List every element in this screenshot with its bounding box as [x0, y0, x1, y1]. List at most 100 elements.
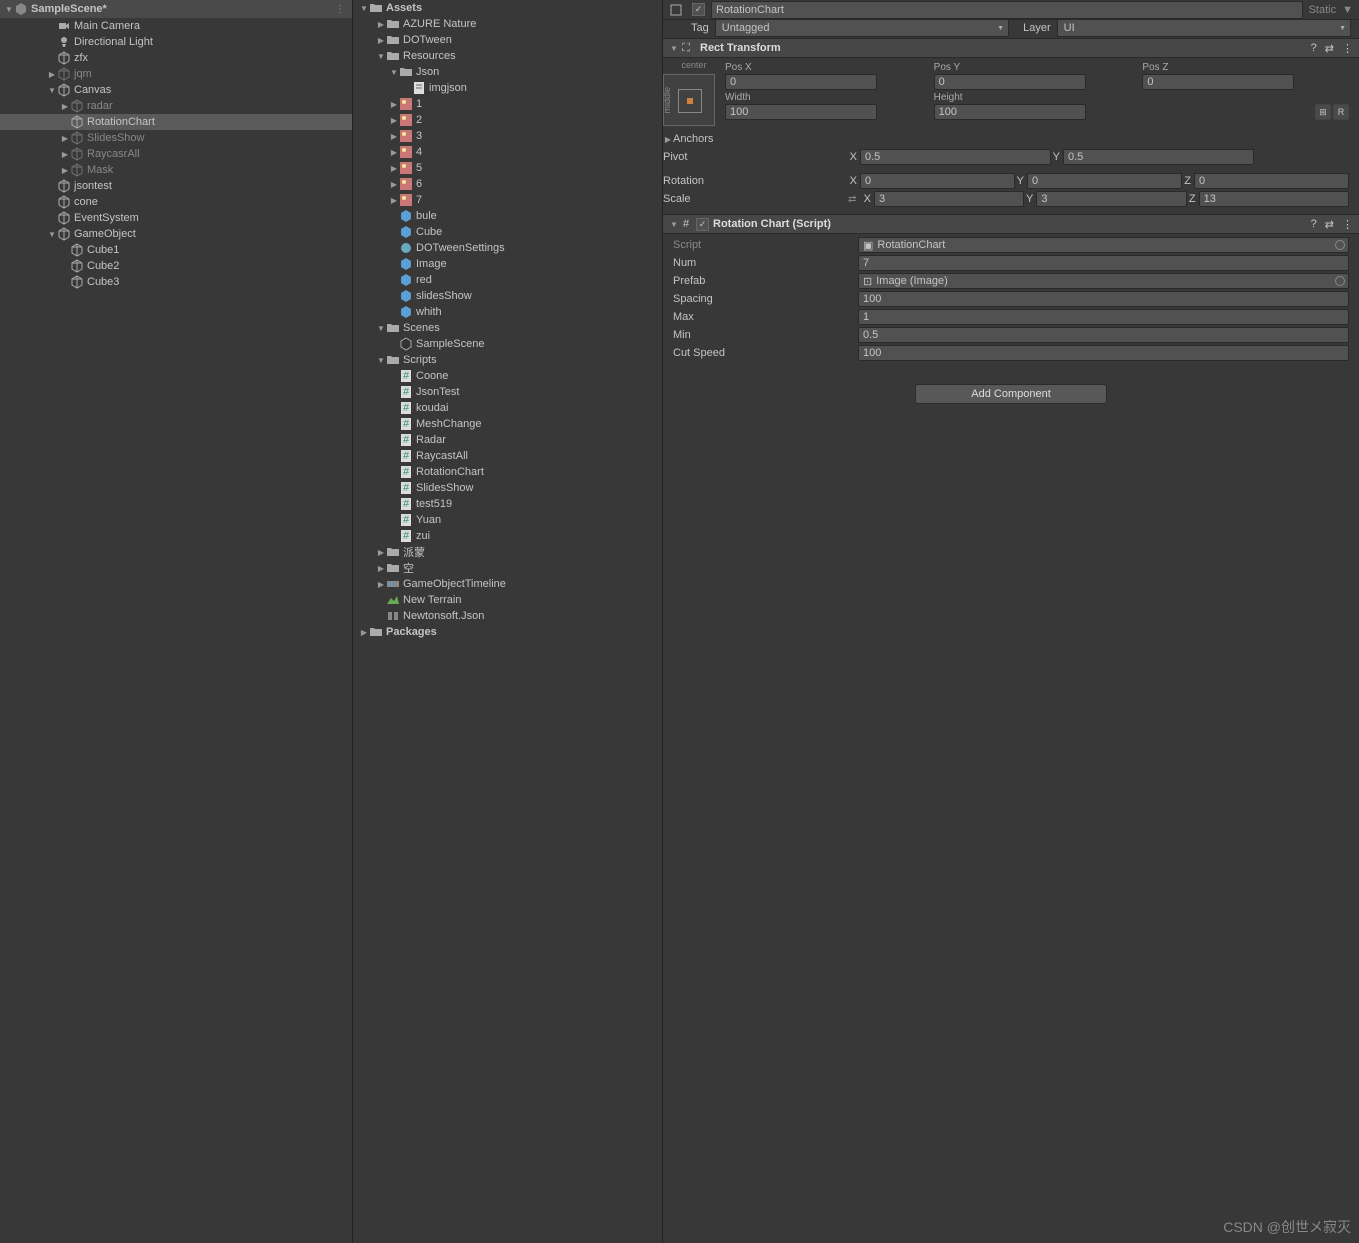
- tag-dropdown[interactable]: Untagged: [715, 19, 1009, 37]
- foldout-icon[interactable]: ▼: [669, 219, 679, 229]
- posz-input[interactable]: [1142, 74, 1294, 90]
- foldout-icon[interactable]: ▶: [389, 147, 399, 157]
- foldout-icon[interactable]: ▼: [376, 323, 386, 333]
- foldout-icon[interactable]: ▶: [60, 165, 70, 175]
- foldout-icon[interactable]: [60, 245, 70, 255]
- tree-item[interactable]: #zui: [353, 528, 662, 544]
- preset-icon[interactable]: ⇄: [1325, 218, 1334, 231]
- tree-item[interactable]: DOTweenSettings: [353, 240, 662, 256]
- foldout-icon[interactable]: ▶: [389, 99, 399, 109]
- scl-x-input[interactable]: [874, 191, 1024, 207]
- rot-x-input[interactable]: [860, 173, 1015, 189]
- tree-item[interactable]: ▶空: [353, 560, 662, 576]
- foldout-icon[interactable]: ▼: [669, 43, 679, 53]
- foldout-icon[interactable]: ▶: [376, 19, 386, 29]
- foldout-icon[interactable]: [389, 515, 399, 525]
- foldout-icon[interactable]: ▼: [359, 3, 369, 13]
- height-input[interactable]: [934, 104, 1086, 120]
- menu-icon[interactable]: ⋮: [1342, 42, 1353, 55]
- width-input[interactable]: [725, 104, 877, 120]
- foldout-icon[interactable]: ▼: [376, 51, 386, 61]
- foldout-icon[interactable]: [376, 595, 386, 605]
- foldout-icon[interactable]: [389, 371, 399, 381]
- foldout-icon[interactable]: ▶: [47, 69, 57, 79]
- foldout-icon[interactable]: ▼: [47, 229, 57, 239]
- foldout-icon[interactable]: ▶: [376, 547, 386, 557]
- tree-item[interactable]: ▶RaycasrAll: [0, 146, 352, 162]
- tree-item[interactable]: Main Camera: [0, 18, 352, 34]
- tree-item[interactable]: Directional Light: [0, 34, 352, 50]
- tree-item[interactable]: Cube: [353, 224, 662, 240]
- foldout-icon[interactable]: ▼: [47, 85, 57, 95]
- cutspeed-input[interactable]: [858, 345, 1349, 361]
- posx-input[interactable]: [725, 74, 877, 90]
- foldout-icon[interactable]: [389, 291, 399, 301]
- tree-item[interactable]: ▼Scenes: [353, 320, 662, 336]
- tree-item[interactable]: ▼Scripts: [353, 352, 662, 368]
- tree-item[interactable]: Cube2: [0, 258, 352, 274]
- foldout-icon[interactable]: ▶: [60, 149, 70, 159]
- link-icon[interactable]: ⇄: [848, 194, 862, 205]
- raw-edit-button[interactable]: R: [1333, 104, 1349, 120]
- foldout-icon[interactable]: [47, 213, 57, 223]
- rot-z-input[interactable]: [1194, 173, 1349, 189]
- tree-item[interactable]: ▶4: [353, 144, 662, 160]
- tree-item[interactable]: ▶派蒙: [353, 544, 662, 560]
- tree-item[interactable]: ▶SlidesShow: [0, 130, 352, 146]
- foldout-icon[interactable]: [47, 181, 57, 191]
- tree-item[interactable]: #Radar: [353, 432, 662, 448]
- tree-item[interactable]: #SlidesShow: [353, 480, 662, 496]
- foldout-icon[interactable]: ▶: [60, 133, 70, 143]
- tree-item[interactable]: jsontest: [0, 178, 352, 194]
- tree-item[interactable]: #RaycastAll: [353, 448, 662, 464]
- foldout-icon[interactable]: [389, 211, 399, 221]
- menu-icon[interactable]: ⋮: [1342, 218, 1353, 231]
- add-component-button[interactable]: Add Component: [915, 384, 1107, 404]
- spacing-input[interactable]: [858, 291, 1349, 307]
- foldout-icon[interactable]: [47, 37, 57, 47]
- tree-item[interactable]: #MeshChange: [353, 416, 662, 432]
- foldout-icon[interactable]: [389, 339, 399, 349]
- tree-item[interactable]: #koudai: [353, 400, 662, 416]
- pivot-x-input[interactable]: [860, 149, 1051, 165]
- foldout-icon[interactable]: ▶: [359, 627, 369, 637]
- tree-item[interactable]: RotationChart: [0, 114, 352, 130]
- foldout-icon[interactable]: ▶: [389, 131, 399, 141]
- help-icon[interactable]: ?: [1311, 218, 1317, 231]
- tree-item[interactable]: #JsonTest: [353, 384, 662, 400]
- foldout-icon[interactable]: [389, 419, 399, 429]
- scl-y-input[interactable]: [1036, 191, 1186, 207]
- name-field[interactable]: RotationChart: [711, 1, 1303, 19]
- component-enabled-checkbox[interactable]: ✓: [696, 218, 709, 231]
- foldout-icon[interactable]: [389, 227, 399, 237]
- foldout-icon[interactable]: [402, 83, 412, 93]
- tree-item[interactable]: ▼GameObject: [0, 226, 352, 242]
- scl-z-input[interactable]: [1199, 191, 1349, 207]
- foldout-icon[interactable]: [389, 307, 399, 317]
- foldout-icon[interactable]: [389, 403, 399, 413]
- tree-item[interactable]: ▶7: [353, 192, 662, 208]
- tree-item[interactable]: ▶jqm: [0, 66, 352, 82]
- tree-item[interactable]: Cube3: [0, 274, 352, 290]
- foldout-icon[interactable]: [376, 611, 386, 621]
- tree-item[interactable]: Newtonsoft.Json: [353, 608, 662, 624]
- posy-input[interactable]: [934, 74, 1086, 90]
- foldout-icon[interactable]: [389, 387, 399, 397]
- prefab-field[interactable]: ⊡Image (Image): [858, 273, 1349, 289]
- min-input[interactable]: [858, 327, 1349, 343]
- tree-item[interactable]: ▶5: [353, 160, 662, 176]
- foldout-icon[interactable]: [389, 499, 399, 509]
- layer-dropdown[interactable]: UI: [1057, 19, 1351, 37]
- tree-item[interactable]: red: [353, 272, 662, 288]
- rect-transform-header[interactable]: ▼ ⛶ Rect Transform ?⇄⋮: [663, 38, 1359, 58]
- tree-item[interactable]: ▼Canvas: [0, 82, 352, 98]
- tree-item[interactable]: ▶AZURE Nature: [353, 16, 662, 32]
- foldout-icon[interactable]: [389, 259, 399, 269]
- tree-item[interactable]: bule: [353, 208, 662, 224]
- foldout-icon[interactable]: [389, 531, 399, 541]
- tree-item[interactable]: EventSystem: [0, 210, 352, 226]
- foldout-icon[interactable]: [389, 435, 399, 445]
- foldout-icon[interactable]: ▼: [4, 4, 14, 14]
- foldout-icon[interactable]: [389, 467, 399, 477]
- rotation-chart-header[interactable]: ▼ # ✓ Rotation Chart (Script) ?⇄⋮: [663, 214, 1359, 234]
